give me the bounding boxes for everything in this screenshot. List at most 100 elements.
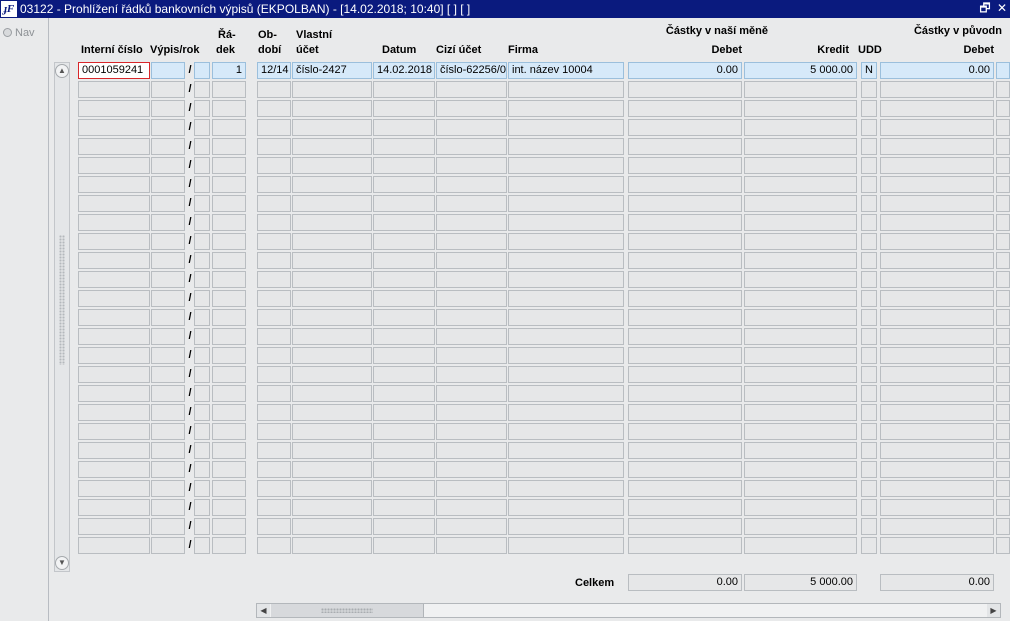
cell-debet[interactable] [628,157,742,174]
cell-obdobi[interactable] [257,176,291,193]
cell-interni-cislo[interactable] [78,252,150,269]
cell-vlastni-ucet[interactable] [292,328,372,345]
cell-debet[interactable] [628,347,742,364]
cell-rok[interactable] [194,309,210,326]
cell-kredit[interactable] [744,138,857,155]
cell-firma[interactable] [508,404,624,421]
cell-next-column[interactable] [996,385,1010,402]
cell-datum[interactable] [373,81,435,98]
cell-udd[interactable] [861,442,877,459]
cell-kredit[interactable] [744,404,857,421]
cell-next-column[interactable] [996,138,1010,155]
cell-debet[interactable] [628,252,742,269]
cell-vlastni-ucet[interactable] [292,480,372,497]
cell-debet-original[interactable] [880,157,994,174]
cell-datum[interactable] [373,366,435,383]
cell-obdobi[interactable] [257,157,291,174]
cell-rok[interactable] [194,404,210,421]
cell-radek[interactable] [212,195,246,212]
cell-debet[interactable] [628,461,742,478]
horizontal-scroll-thumb[interactable] [271,604,424,617]
cell-datum[interactable] [373,290,435,307]
cell-interni-cislo[interactable] [78,347,150,364]
cell-vypis[interactable] [151,309,185,326]
horizontal-scrollbar[interactable]: ◀ ▶ [256,603,1001,618]
cell-debet[interactable] [628,423,742,440]
cell-udd[interactable] [861,290,877,307]
cell-debet-original[interactable] [880,119,994,136]
cell-vlastni-ucet[interactable] [292,309,372,326]
cell-debet-original[interactable] [880,499,994,516]
cell-debet[interactable] [628,176,742,193]
cell-interni-cislo[interactable] [78,423,150,440]
cell-rok[interactable] [194,81,210,98]
cell-vlastni-ucet[interactable] [292,537,372,554]
cell-rok[interactable] [194,290,210,307]
cell-radek[interactable] [212,518,246,535]
cell-next-column[interactable] [996,81,1010,98]
cell-next-column[interactable] [996,499,1010,516]
cell-udd[interactable] [861,271,877,288]
cell-vypis[interactable] [151,499,185,516]
cell-next-column[interactable] [996,119,1010,136]
cell-interni-cislo[interactable] [78,309,150,326]
cell-radek[interactable] [212,461,246,478]
cell-interni-cislo[interactable] [78,328,150,345]
cell-datum[interactable] [373,423,435,440]
cell-rok[interactable] [194,195,210,212]
scroll-left-icon[interactable]: ◀ [257,604,270,617]
cell-next-column[interactable] [996,195,1010,212]
cell-debet-original[interactable] [880,366,994,383]
cell-vlastni-ucet[interactable] [292,81,372,98]
cell-debet[interactable] [628,366,742,383]
cell-debet-original[interactable] [880,138,994,155]
cell-obdobi[interactable] [257,442,291,459]
cell-vypis[interactable] [151,537,185,554]
cell-vypis[interactable] [151,290,185,307]
cell-debet-original[interactable] [880,518,994,535]
cell-udd[interactable] [861,328,877,345]
cell-next-column[interactable] [996,537,1010,554]
cell-kredit[interactable] [744,442,857,459]
nav-radio-icon[interactable] [3,28,12,37]
cell-udd[interactable] [861,461,877,478]
cell-kredit[interactable] [744,518,857,535]
cell-vlastni-ucet[interactable] [292,461,372,478]
cell-next-column[interactable] [996,404,1010,421]
cell-firma[interactable] [508,518,624,535]
vertical-scrollbar[interactable]: ▲ ▼ [54,62,70,572]
cell-radek[interactable] [212,480,246,497]
cell-rok[interactable] [194,442,210,459]
cell-firma[interactable] [508,537,624,554]
cell-datum[interactable] [373,480,435,497]
cell-debet[interactable] [628,328,742,345]
cell-firma[interactable] [508,252,624,269]
cell-kredit[interactable] [744,385,857,402]
cell-rok[interactable] [194,328,210,345]
cell-debet-original[interactable] [880,271,994,288]
cell-radek[interactable] [212,176,246,193]
cell-debet-original[interactable] [880,423,994,440]
cell-kredit[interactable] [744,309,857,326]
cell-rok[interactable] [194,461,210,478]
cell-firma[interactable] [508,119,624,136]
cell-firma[interactable] [508,461,624,478]
cell-cizi-ucet[interactable] [436,480,507,497]
cell-kredit[interactable] [744,157,857,174]
cell-kredit[interactable] [744,119,857,136]
cell-obdobi[interactable] [257,119,291,136]
cell-debet[interactable] [628,81,742,98]
cell-cizi-ucet[interactable]: číslo-62256/0300 [436,62,507,79]
cell-udd[interactable] [861,347,877,364]
cell-debet-original[interactable] [880,233,994,250]
cell-datum[interactable] [373,176,435,193]
cell-next-column[interactable] [996,309,1010,326]
cell-kredit[interactable] [744,347,857,364]
cell-radek[interactable] [212,233,246,250]
cell-rok[interactable] [194,518,210,535]
cell-obdobi[interactable] [257,81,291,98]
cell-rok[interactable] [194,252,210,269]
cell-cizi-ucet[interactable] [436,347,507,364]
cell-kredit[interactable] [744,176,857,193]
cell-radek[interactable] [212,404,246,421]
